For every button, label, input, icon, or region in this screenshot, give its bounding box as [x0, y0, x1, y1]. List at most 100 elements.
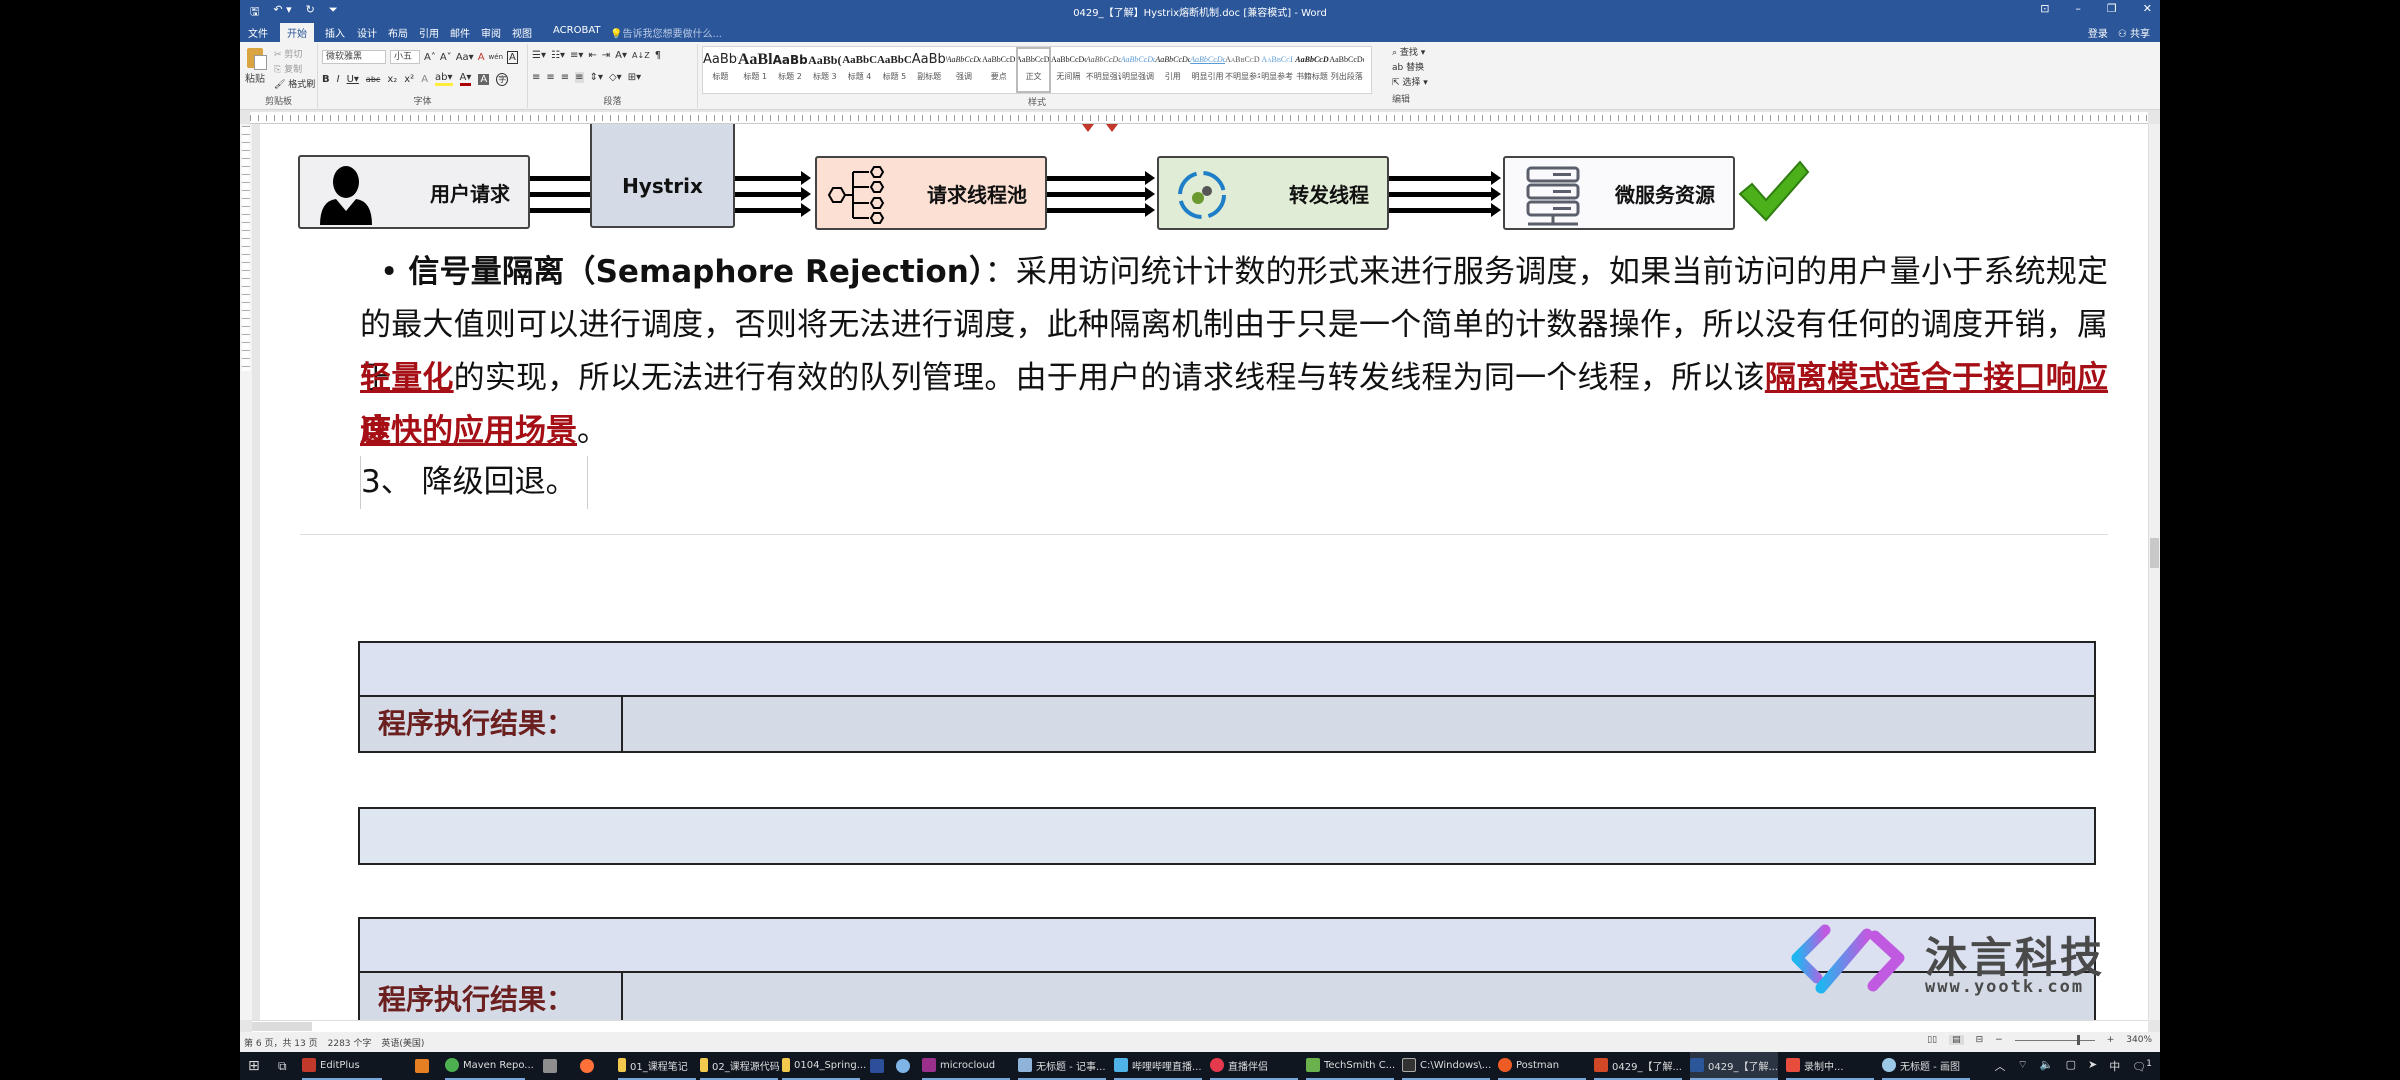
vertical-ruler[interactable] [240, 124, 252, 1020]
taskbar-item-postman[interactable]: Postman [1498, 1052, 1586, 1080]
grow-font-button[interactable]: A˄ [424, 52, 436, 63]
taskbar-item-recording[interactable]: 录制中... [1786, 1052, 1874, 1080]
superscript-button[interactable]: x² [404, 74, 414, 85]
align-center-button[interactable]: ≡ [546, 72, 554, 83]
style-normal[interactable]: AaBbCcDc 正文 [1016, 47, 1051, 93]
scroll-thumb[interactable] [2150, 538, 2159, 568]
tab-home[interactable]: 开始 [280, 23, 314, 42]
clear-formatting-button[interactable]: A [478, 52, 485, 63]
style-list-paragraph[interactable]: AaBbCcDc 列出段落 [1329, 47, 1364, 93]
taskbar-item-photoshop[interactable] [870, 1052, 884, 1080]
strikethrough-button[interactable]: abc [366, 75, 380, 84]
zoom-level[interactable]: 340% [2126, 1035, 2152, 1045]
network-icon[interactable]: ⌔ [2018, 1058, 2028, 1074]
style-subtle-emphasis[interactable]: AaBbCcDc不明显强调 [1086, 47, 1121, 93]
tab-design[interactable]: 设计 [357, 25, 377, 40]
taskbar-item-cmd[interactable]: C:\Windows\... [1402, 1052, 1491, 1080]
volume-icon[interactable]: 🔈 [2040, 1058, 2054, 1074]
ime-indicator[interactable]: 中 [2109, 1058, 2120, 1074]
enclose-characters-button[interactable]: 字 [496, 72, 509, 86]
share-button[interactable]: ⚇ 共享 [2118, 25, 2150, 40]
style-intense-reference[interactable]: AaBbCcI 明显参考 [1260, 47, 1295, 93]
style-heading-1[interactable]: AaBl 标题 1 [738, 47, 773, 93]
taskbar-item-browser[interactable] [896, 1052, 910, 1080]
sort-button[interactable]: A↓Z [632, 51, 650, 60]
zoom-slider[interactable] [2014, 1034, 2095, 1045]
style-intense-emphasis[interactable]: AaBbCcDc 明显强调 [1121, 47, 1156, 93]
taskbar-item-folder-source[interactable]: 02_课程源代码 [700, 1052, 780, 1080]
start-button[interactable]: ⊞ [248, 1052, 260, 1080]
style-quote[interactable]: AaBbCcDc 引用 [1155, 47, 1190, 93]
increase-indent-button[interactable]: ⇥ [602, 50, 610, 61]
tab-view[interactable]: 视图 [512, 25, 532, 40]
taskbar-item-intellij[interactable]: microcloud [922, 1052, 1010, 1080]
minimize-button[interactable]: – [2075, 2, 2081, 15]
horizontal-scrollbar[interactable] [252, 1020, 2148, 1032]
taskbar-item-firefox[interactable] [580, 1052, 594, 1080]
taskbar-item-notepad[interactable]: 无标题 - 记事... [1018, 1052, 1106, 1080]
numbering-button[interactable]: ☷▾ [551, 50, 565, 61]
page-count[interactable]: 第 6 页，共 13 页 [244, 1036, 318, 1049]
show-marks-button[interactable]: ¶ [655, 50, 661, 61]
italic-button[interactable]: I [337, 74, 340, 85]
style-subtle-reference[interactable]: AaBbCcD不明显参考 [1225, 47, 1260, 93]
taskbar-item-powerpoint[interactable]: 0429_【了解... [1594, 1052, 1682, 1080]
change-case-button[interactable]: Aa▾ [456, 52, 474, 63]
taskbar-item-paint[interactable]: 无标题 - 画图 [1882, 1052, 1970, 1080]
result-cell[interactable] [623, 697, 2094, 751]
align-left-button[interactable]: ≡ [532, 72, 540, 83]
style-heading-5[interactable]: AaBbC 标题 5 [877, 47, 912, 93]
subscript-button[interactable]: x₂ [387, 74, 397, 85]
style-heading-4[interactable]: AaBbC(标题 4 [842, 47, 877, 93]
underline-button[interactable]: U▾ [347, 74, 359, 85]
taskbar-item-word[interactable]: 0429_【了解... [1690, 1052, 1778, 1080]
shading-button[interactable]: ◇▾ [609, 72, 622, 83]
notification-center-button[interactable]: 🗨1 [2132, 1058, 2152, 1074]
send-icon[interactable]: ➤ [2088, 1058, 2097, 1074]
ribbon-display-options-button[interactable]: ⊡ [2040, 2, 2049, 15]
horizontal-ruler[interactable] [250, 112, 2148, 124]
character-shading-button[interactable]: A [478, 73, 490, 85]
zoom-out-button[interactable]: − [1995, 1035, 2003, 1045]
tab-file[interactable]: 文件 [248, 25, 268, 40]
decrease-indent-button[interactable]: ⇤ [588, 50, 596, 61]
cut-button[interactable]: ✂ 剪切 [274, 48, 315, 63]
taskbar-item-app[interactable] [543, 1052, 557, 1080]
taskbar-item-folder-spring[interactable]: 0104_Spring... [782, 1052, 866, 1080]
task-view-button[interactable]: ⧉ [278, 1052, 287, 1080]
align-right-button[interactable]: ≡ [561, 72, 569, 83]
tab-review[interactable]: 审阅 [481, 25, 501, 40]
tab-insert[interactable]: 插入 [325, 25, 345, 40]
style-book-title[interactable]: AaBbCcD 书籍标题 [1295, 47, 1330, 93]
close-button[interactable]: ✕ [2143, 2, 2152, 15]
borders-button[interactable]: ⊞▾ [628, 72, 641, 83]
style-heading-2[interactable]: AaBb(标题 2 [773, 47, 808, 93]
display-icon[interactable]: ▢ [2066, 1058, 2076, 1074]
bullets-button[interactable]: ☰▾ [532, 50, 546, 61]
taskbar-item-sublime[interactable] [415, 1052, 429, 1080]
style-intense-quote[interactable]: AaBbCcDc 明显引用 [1190, 47, 1225, 93]
taskbar-item-chrome[interactable]: Maven Repo... [445, 1052, 534, 1080]
find-button[interactable]: ⌕ 查找 ▾ [1392, 46, 1428, 61]
document-page[interactable]: 用户请求 Hystrix 请求线程池 转发线程 微服务资源 • 信号量隔离（Se… [260, 124, 2148, 1020]
style-title[interactable]: AaBbC标题 [703, 47, 738, 93]
code-cell[interactable] [360, 809, 2094, 863]
font-name-select[interactable]: 微软雅黑 [322, 50, 386, 64]
chinese-layout-button[interactable]: A▾ [615, 50, 627, 61]
justify-button[interactable]: ≡ [575, 72, 584, 83]
zoom-in-button[interactable]: + [2107, 1035, 2115, 1045]
taskbar-item-techsmith[interactable]: TechSmith C... [1306, 1052, 1395, 1080]
vertical-scrollbar[interactable] [2148, 124, 2160, 1020]
tab-mailings[interactable]: 邮件 [450, 25, 470, 40]
format-painter-button[interactable]: 🖌 格式刷 [274, 78, 315, 93]
text-effects-button[interactable]: A [421, 74, 428, 85]
tell-me-search[interactable]: 💡告诉我您想要做什么... [610, 25, 722, 40]
shrink-font-button[interactable]: A˅ [440, 52, 452, 63]
phonetic-guide-button[interactable]: wén [489, 53, 503, 61]
read-mode-icon[interactable]: ▯▯ [1927, 1035, 1937, 1045]
tab-layout[interactable]: 布局 [388, 25, 408, 40]
font-size-select[interactable]: 小五 [390, 50, 420, 64]
language-indicator[interactable]: 英语(美国) [381, 1036, 424, 1049]
style-emphasis[interactable]: AaBbCcDc 强调 [947, 47, 982, 93]
taskbar-item-folder-notes[interactable]: 01_课程笔记 [618, 1052, 696, 1080]
